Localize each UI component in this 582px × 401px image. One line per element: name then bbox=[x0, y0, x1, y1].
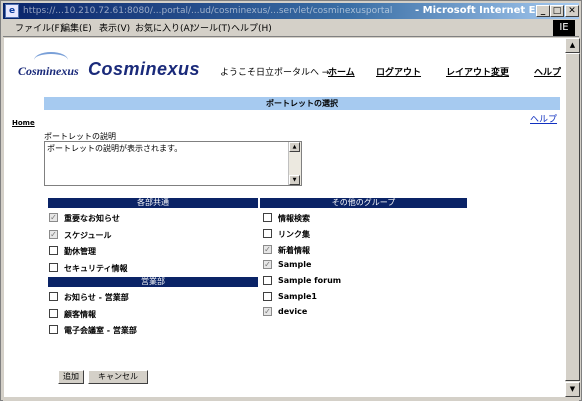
checkbox-label: 勤休管理 bbox=[64, 247, 96, 256]
logo-big: Cosminexus bbox=[88, 59, 201, 79]
checkbox-label: 顧客情報 bbox=[64, 310, 96, 319]
checkbox-common-2[interactable] bbox=[49, 246, 58, 255]
checkbox-common-1[interactable]: ✓ bbox=[49, 230, 58, 239]
browser-window: e https://...10.210.72.61:8080/...portal… bbox=[0, 0, 582, 401]
page-content: Cosminexus Cosminexus ようこそ日立ポータルへ → ホーム … bbox=[4, 38, 565, 397]
checkbox-sales-0[interactable] bbox=[49, 292, 58, 301]
welcome-text: ようこそ日立ポータルへ → bbox=[220, 68, 330, 78]
add-button[interactable]: 追加 bbox=[58, 370, 84, 384]
help-link[interactable]: ヘルプ bbox=[530, 112, 557, 125]
checkbox-other-1[interactable] bbox=[263, 229, 272, 238]
checkbox-label: Sample forum bbox=[278, 276, 342, 285]
group-header-common: 各部共通 bbox=[48, 198, 258, 208]
menu-tools[interactable]: ツール(T) bbox=[191, 21, 231, 34]
checkbox-label: Sample1 bbox=[278, 292, 317, 301]
description-text: ポートレットの説明が表示されます。 bbox=[47, 144, 183, 153]
checkbox-common-3[interactable] bbox=[49, 263, 58, 272]
checkbox-label: 新着情報 bbox=[278, 246, 310, 255]
menu-help[interactable]: ヘルプ(H) bbox=[231, 21, 272, 34]
checkbox-common-0[interactable]: ✓ bbox=[49, 213, 58, 222]
checkbox-other-5[interactable] bbox=[263, 292, 272, 301]
nav-logout-link[interactable]: ログアウト bbox=[376, 65, 421, 78]
description-textarea[interactable]: ポートレットの説明が表示されます。 ▲ ▼ bbox=[44, 141, 302, 186]
title-url: https://...10.210.72.61:8080/...portal/.… bbox=[23, 6, 393, 16]
checkbox-sales-1[interactable] bbox=[49, 309, 58, 318]
checkbox-other-2[interactable]: ✓ bbox=[263, 245, 272, 254]
checkbox-other-4[interactable] bbox=[263, 276, 272, 285]
scroll-up-icon[interactable]: ▲ bbox=[289, 142, 300, 152]
group-header-sales: 営業部 bbox=[48, 277, 258, 287]
menu-file[interactable]: ファイル(F) bbox=[15, 21, 63, 34]
checkbox-sales-2[interactable] bbox=[49, 325, 58, 334]
sidebar-home-link[interactable]: Home bbox=[12, 119, 35, 127]
checkbox-label: Sample bbox=[278, 260, 312, 269]
group-header-other: その他のグループ bbox=[260, 198, 467, 208]
minimize-button[interactable]: _ bbox=[536, 5, 550, 17]
checkbox-label: device bbox=[278, 307, 308, 316]
checkbox-label: セキュリティ情報 bbox=[64, 264, 128, 273]
description-scrollbar[interactable]: ▲ ▼ bbox=[288, 142, 301, 185]
cancel-button[interactable]: キャンセル bbox=[88, 370, 148, 384]
ie-logo-icon: IE bbox=[553, 20, 575, 36]
title-bar: e https://...10.210.72.61:8080/...portal… bbox=[3, 3, 579, 19]
checkbox-label: リンク集 bbox=[278, 230, 310, 239]
checkbox-label: 電子会議室 - 営業部 bbox=[64, 326, 137, 335]
checkbox-label: お知らせ - 営業部 bbox=[64, 293, 129, 302]
checkbox-other-6[interactable]: ✓ bbox=[263, 307, 272, 316]
portlet-select-title: ポートレットの選択 bbox=[44, 97, 560, 110]
menu-bar: ファイル(F) 編集(E) 表示(V) お気に入り(A) ツール(T) ヘルプ(… bbox=[3, 20, 579, 37]
logo-small: Cosminexus bbox=[18, 64, 79, 78]
nav-help-link[interactable]: ヘルプ bbox=[534, 65, 561, 78]
ie-page-icon: e bbox=[5, 4, 19, 18]
nav-home-link[interactable]: ホーム bbox=[328, 65, 355, 78]
page-scroll-down-icon[interactable]: ▼ bbox=[565, 382, 580, 397]
checkbox-other-3[interactable]: ✓ bbox=[263, 260, 272, 269]
checkbox-label: 重要なお知らせ bbox=[64, 214, 120, 223]
checkbox-other-0[interactable] bbox=[263, 213, 272, 222]
status-bar bbox=[3, 397, 579, 401]
maximize-button[interactable]: □ bbox=[550, 5, 564, 17]
menu-favorites[interactable]: お気に入り(A) bbox=[135, 21, 193, 34]
checkbox-label: 情報検索 bbox=[278, 214, 310, 223]
page-scroll-up-icon[interactable]: ▲ bbox=[565, 38, 580, 53]
menu-view[interactable]: 表示(V) bbox=[99, 21, 130, 34]
page-scrollbar[interactable]: ▲ ▼ bbox=[565, 38, 580, 397]
checkbox-label: スケジュール bbox=[64, 231, 112, 240]
close-button[interactable]: ✕ bbox=[565, 5, 579, 17]
nav-layout-link[interactable]: レイアウト変更 bbox=[446, 65, 509, 78]
scroll-down-icon[interactable]: ▼ bbox=[289, 175, 300, 185]
menu-edit[interactable]: 編集(E) bbox=[61, 21, 92, 34]
page-scroll-thumb[interactable] bbox=[565, 53, 580, 381]
